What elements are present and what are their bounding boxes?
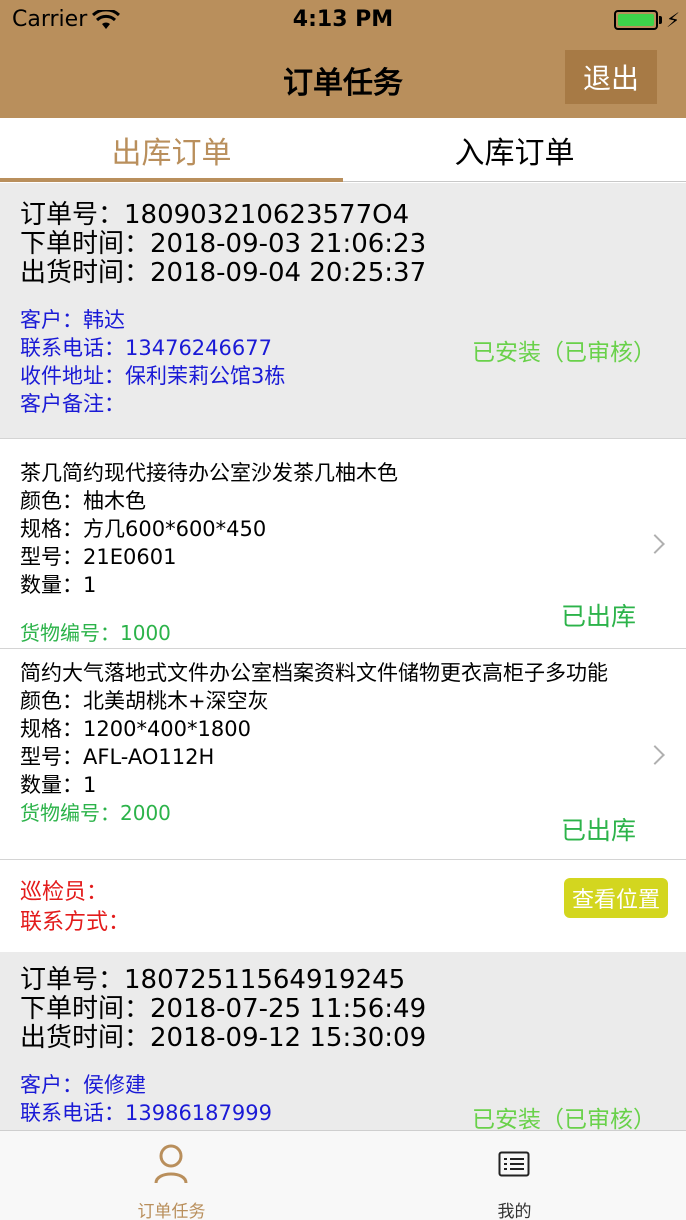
inspector-section: 巡检员： 联系方式： 查看位置 <box>0 860 686 952</box>
active-tab-indicator <box>0 178 343 182</box>
install-status: 已安装（已审核） <box>472 1107 656 1130</box>
order-number: 订单号：18072511564919245 <box>20 965 406 995</box>
navigation-bar: Carrier 4:13 PM ⚡ 订单任务 退出 <box>0 0 686 118</box>
goods-model: 型号：21E0601 <box>20 545 177 569</box>
goods-spec: 规格：1200*400*1800 <box>20 717 251 741</box>
customer-name: 客户：侯修建 <box>20 1073 146 1097</box>
logout-button[interactable]: 退出 <box>565 50 657 104</box>
install-status: 已安装（已审核） <box>472 340 656 366</box>
goods-item[interactable]: 茶几简约现代接待办公室沙发茶几柚木色 颜色：柚木色 规格：方几600*600*4… <box>0 439 686 649</box>
goods-quantity: 数量：1 <box>20 573 97 597</box>
goods-model: 型号：AFL-AO112H <box>20 745 215 769</box>
order-number: 订单号：180903210623577O4 <box>20 200 410 230</box>
status-bar: Carrier 4:13 PM ⚡ <box>0 0 686 40</box>
outbound-status: 已出库 <box>560 602 636 631</box>
order-tabs: 出库订单 入库订单 <box>0 118 686 182</box>
battery-icon <box>614 10 658 30</box>
goods-item[interactable]: 简约大气落地式文件办公室档案资料文件储物更衣高柜子多功能 颜色：北美胡桃木+深空… <box>0 649 686 860</box>
view-location-button[interactable]: 查看位置 <box>563 878 668 918</box>
status-time: 4:13 PM <box>292 7 394 32</box>
order-list[interactable]: 订单号：180903210623577O4 下单时间：2018-09-03 21… <box>0 183 686 1130</box>
tabbar-item-orders[interactable]: 订单任务 <box>0 1131 343 1220</box>
outbound-status: 已出库 <box>560 816 636 845</box>
tabbar-item-mine[interactable]: 我的 <box>343 1131 686 1220</box>
order-header[interactable]: 订单号：18072511564919245 下单时间：2018-07-25 11… <box>0 952 686 1130</box>
ship-time: 出货时间：2018-09-04 20:25:37 <box>20 258 427 288</box>
user-icon <box>154 1144 188 1184</box>
tab-bar: 订单任务 我的 <box>0 1130 686 1220</box>
customer-name: 客户：韩达 <box>20 308 125 332</box>
battery-tip <box>659 16 662 24</box>
tabbar-label-orders: 订单任务 <box>137 1202 206 1220</box>
ship-time: 出货时间：2018-09-12 15:30:09 <box>20 1023 427 1053</box>
tab-inbound-orders[interactable]: 入库订单 <box>343 118 686 182</box>
goods-quantity: 数量：1 <box>20 773 97 797</box>
goods-spec: 规格：方几600*600*450 <box>20 517 267 541</box>
customer-remark: 客户备注： <box>20 392 125 416</box>
goods-color: 颜色：柚木色 <box>20 489 146 513</box>
list-icon <box>498 1151 530 1177</box>
goods-name: 茶几简约现代接待办公室沙发茶几柚木色 <box>20 461 398 485</box>
goods-color: 颜色：北美胡桃木+深空灰 <box>20 689 269 713</box>
tab-outbound-orders[interactable]: 出库订单 <box>0 118 343 182</box>
order-time: 下单时间：2018-07-25 11:56:49 <box>20 994 427 1024</box>
order-header[interactable]: 订单号：180903210623577O4 下单时间：2018-09-03 21… <box>0 183 686 439</box>
order-time: 下单时间：2018-09-03 21:06:23 <box>20 229 427 259</box>
tabbar-label-mine: 我的 <box>497 1202 532 1220</box>
charging-icon: ⚡ <box>666 8 681 32</box>
goods-name: 简约大气落地式文件办公室档案资料文件储物更衣高柜子多功能 <box>20 661 608 685</box>
